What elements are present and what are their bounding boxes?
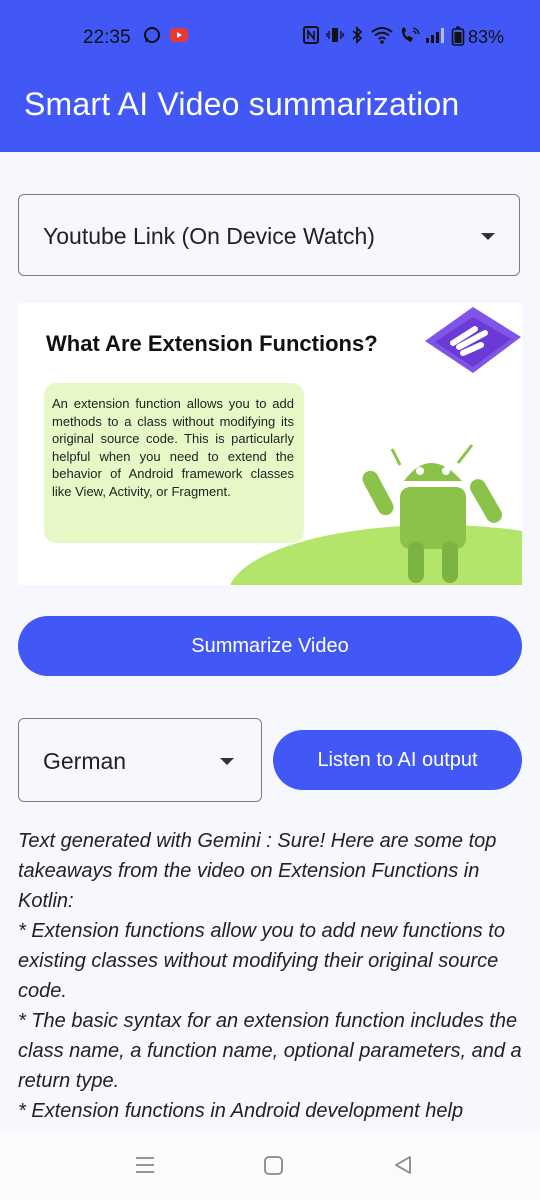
- status-bar: 22:35 83%: [0, 22, 540, 52]
- clock: 22:35: [83, 27, 131, 48]
- output-line: * The basic syntax for an extension func…: [18, 1010, 522, 1092]
- wifi-icon: [370, 26, 394, 49]
- thumbnail-text-box: An extension function allows you to add …: [44, 383, 304, 543]
- output-line: * Extension functions allow you to add n…: [18, 920, 505, 1002]
- ai-output-text: Text generated with Gemini : Sure! Here …: [18, 826, 524, 1126]
- whatsapp-icon: [143, 26, 161, 49]
- recents-icon[interactable]: [134, 1154, 156, 1181]
- app-header: 22:35 83% Smart AI Video summarization: [0, 0, 540, 152]
- summarize-video-button[interactable]: Summarize Video: [18, 616, 522, 676]
- back-icon[interactable]: [392, 1154, 414, 1181]
- listen-ai-output-button[interactable]: Listen to AI output: [273, 730, 522, 790]
- call-icon: [399, 26, 421, 49]
- bluetooth-icon: [350, 25, 364, 49]
- video-thumbnail: What Are Extension Functions? An extensi…: [18, 303, 522, 585]
- battery-percent: 83%: [468, 27, 505, 47]
- thumbnail-title: What Are Extension Functions?: [46, 331, 378, 356]
- output-line: Text generated with Gemini : Sure! Here …: [18, 830, 497, 912]
- chevron-down-icon: [220, 758, 234, 765]
- home-icon[interactable]: [263, 1154, 285, 1181]
- youtube-icon: [169, 26, 189, 49]
- output-line: * Extension functions in Android develop…: [18, 1100, 464, 1122]
- page-title: Smart AI Video summarization: [24, 86, 460, 122]
- signal-icon: [424, 26, 446, 49]
- kotlin-logo-icon: [423, 303, 522, 386]
- chevron-down-icon: [481, 233, 495, 240]
- android-robot-icon: [358, 431, 522, 585]
- source-dropdown-value: Youtube Link (On Device Watch): [43, 223, 375, 249]
- vibrate-icon: [326, 26, 344, 49]
- language-dropdown[interactable]: German: [18, 718, 262, 802]
- language-dropdown-value: German: [43, 748, 127, 774]
- source-dropdown[interactable]: Youtube Link (On Device Watch): [18, 194, 520, 276]
- thumbnail-body: An extension function allows you to add …: [52, 396, 294, 499]
- nfc-icon: [303, 26, 319, 49]
- system-nav-bar: [0, 1132, 540, 1200]
- battery-icon: [451, 26, 465, 51]
